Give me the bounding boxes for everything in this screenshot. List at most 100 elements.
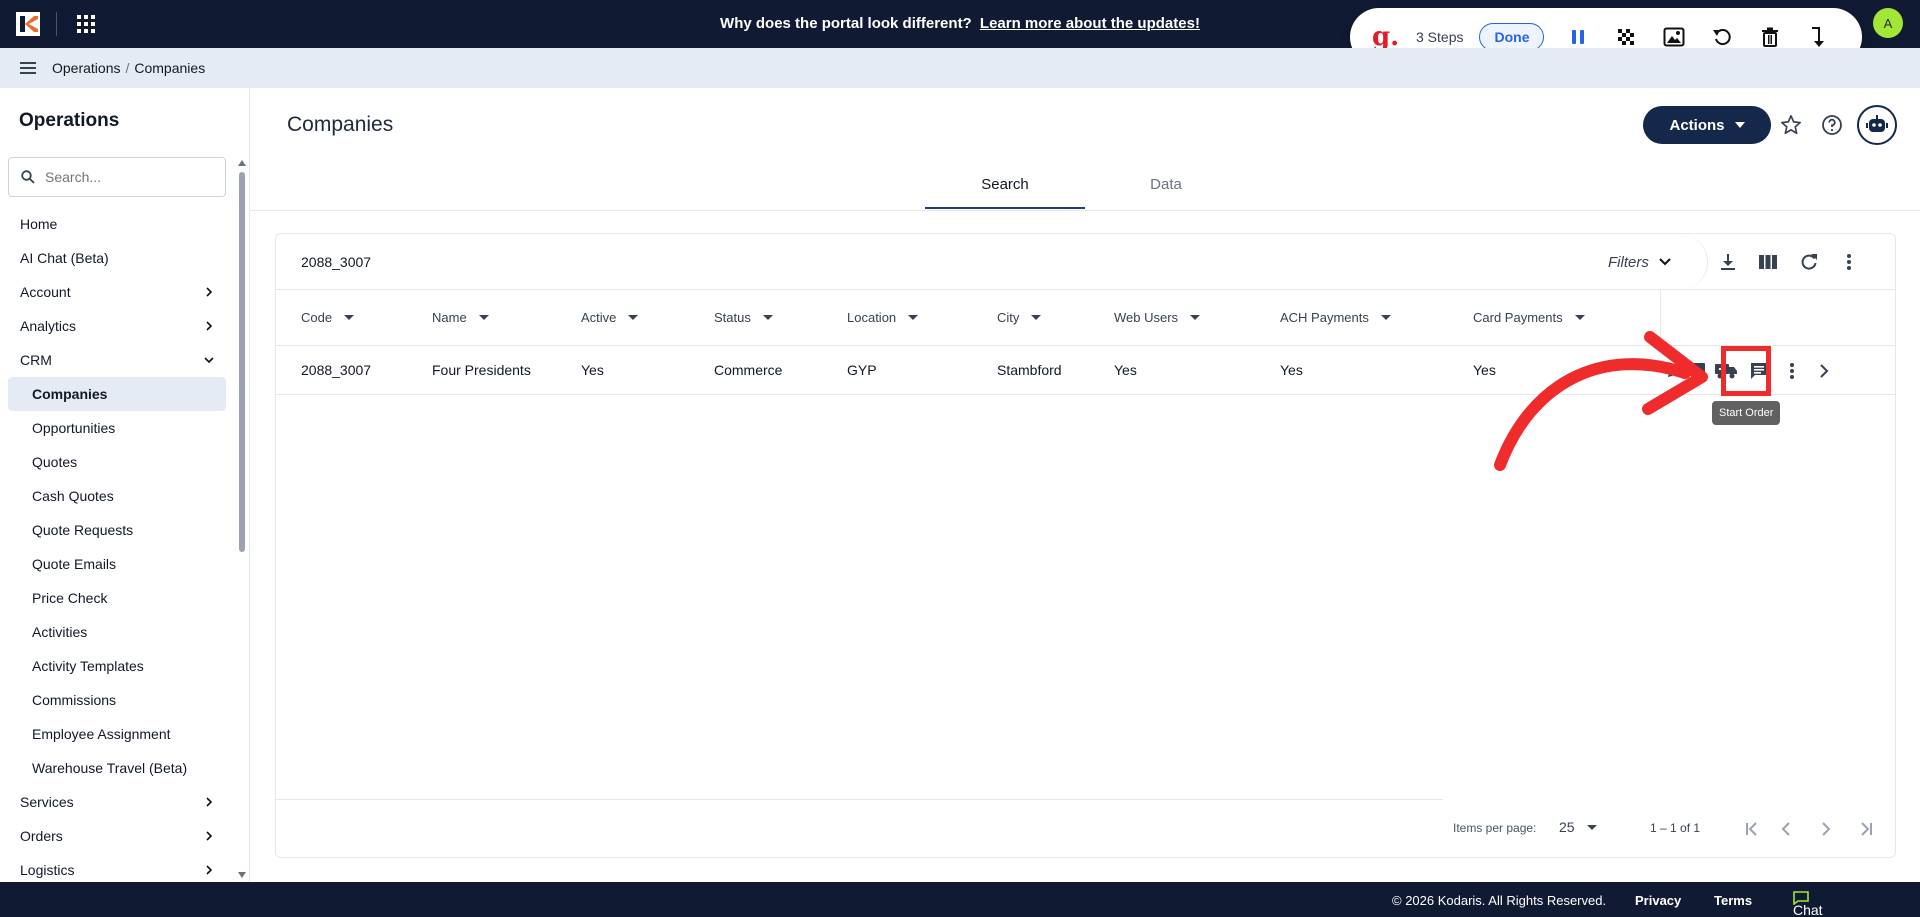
next-page-icon[interactable]	[1812, 815, 1840, 843]
sort-caret-icon	[1190, 315, 1201, 320]
sidebar-item-account[interactable]: Account	[0, 275, 236, 309]
sidebar-item-logistics[interactable]: Logistics	[0, 853, 236, 882]
sidebar-item-orders[interactable]: Orders	[0, 819, 236, 853]
sidebar-item-label: Orders	[20, 828, 63, 844]
paginator-divider	[276, 799, 1443, 800]
column-header-name[interactable]: Name	[432, 310, 489, 325]
cell-status: Commerce	[714, 362, 783, 378]
sidebar: Operations Home AI Chat (Beta) Account A…	[0, 88, 250, 882]
cell-city: Stambford	[997, 362, 1062, 378]
sidebar-item-label: Activity Templates	[32, 658, 144, 674]
trash-icon[interactable]	[1756, 23, 1784, 51]
column-header-label: Status	[714, 310, 751, 325]
sidebar-item-label: Quotes	[32, 454, 78, 470]
sidebar-item-label: Logistics	[20, 862, 75, 878]
tab-search[interactable]: Search	[925, 163, 1085, 209]
sidebar-item-opportunities[interactable]: Opportunities	[0, 411, 236, 445]
breadcrumb-section[interactable]: Operations	[52, 60, 120, 76]
sidebar-item-quote-emails[interactable]: Quote Emails	[0, 547, 236, 581]
download-icon[interactable]	[1716, 250, 1740, 274]
sidebar-item-analytics[interactable]: Analytics	[0, 309, 236, 343]
sidebar-item-companies[interactable]: Companies	[8, 377, 226, 411]
chat-with-us-button[interactable]: Chat with us	[1793, 891, 1823, 917]
undo-icon[interactable]	[1708, 23, 1736, 51]
tab-bar: Search Data	[250, 163, 1920, 211]
start-order-tooltip: Start Order	[1712, 401, 1781, 425]
recorder-done-button[interactable]: Done	[1479, 23, 1545, 51]
chevron-right-icon	[206, 797, 213, 807]
items-per-page-select[interactable]: 25	[1559, 819, 1597, 835]
last-page-icon[interactable]	[1852, 815, 1880, 843]
sidebar-item-label: Price Check	[32, 590, 108, 606]
help-icon[interactable]	[1819, 112, 1845, 138]
sidebar-item-ai-chat[interactable]: AI Chat (Beta)	[0, 241, 236, 275]
cell-active: Yes	[581, 362, 604, 378]
column-header-label: Web Users	[1114, 310, 1179, 325]
pause-icon[interactable]	[1564, 23, 1592, 51]
sidebar-item-crm[interactable]: CRM	[0, 343, 236, 377]
star-icon[interactable]	[1778, 112, 1804, 138]
row-chevron-right-icon[interactable]	[1812, 359, 1836, 383]
column-header-location[interactable]: Location	[847, 310, 919, 325]
sidebar-item-employee-assignment[interactable]: Employee Assignment	[0, 717, 236, 751]
filters-toggle[interactable]: Filters	[1608, 234, 1708, 290]
sidebar-item-quote-requests[interactable]: Quote Requests	[0, 513, 236, 547]
sidebar-search-input[interactable]	[45, 169, 205, 185]
actions-button[interactable]: Actions	[1643, 106, 1771, 144]
sidebar-item-quotes[interactable]: Quotes	[0, 445, 236, 479]
column-header-label: Card Payments	[1473, 310, 1563, 325]
column-header-card-payments[interactable]: Card Payments	[1473, 310, 1585, 325]
image-icon[interactable]	[1660, 23, 1688, 51]
column-header-active[interactable]: Active	[581, 310, 639, 325]
sidebar-search[interactable]	[8, 157, 226, 197]
sidebar-item-label: CRM	[20, 352, 52, 368]
sidebar-item-warehouse-travel[interactable]: Warehouse Travel (Beta)	[0, 751, 236, 785]
sidebar-item-services[interactable]: Services	[0, 785, 236, 819]
sidebar-item-cash-quotes[interactable]: Cash Quotes	[0, 479, 236, 513]
footer-terms-link[interactable]: Terms	[1714, 893, 1752, 908]
sort-caret-icon	[628, 315, 639, 320]
cell-location: GYP	[847, 362, 877, 378]
search-query[interactable]: 2088_3007	[301, 254, 371, 270]
sidebar-scroll-thumb[interactable]	[239, 172, 245, 552]
user-avatar[interactable]: A	[1873, 8, 1903, 38]
scroll-down-icon[interactable]	[238, 872, 246, 878]
breadcrumb-separator: /	[125, 60, 130, 76]
sidebar-item-activity-templates[interactable]: Activity Templates	[0, 649, 236, 683]
scroll-up-icon[interactable]	[238, 160, 246, 166]
sidebar-item-label: Cash Quotes	[32, 488, 114, 504]
page-range: 1 – 1 of 1	[1650, 821, 1701, 835]
assistant-bot-button[interactable]	[1857, 105, 1897, 145]
column-header-ach-payments[interactable]: ACH Payments	[1280, 310, 1391, 325]
tab-data[interactable]: Data	[1086, 163, 1246, 209]
announcement-text: Why does the portal look different?	[720, 15, 972, 32]
sidebar-item-commissions[interactable]: Commissions	[0, 683, 236, 717]
sidebar-item-price-check[interactable]: Price Check	[0, 581, 236, 615]
menu-icon[interactable]	[20, 62, 36, 74]
more-vert-icon[interactable]	[1837, 250, 1861, 274]
page-title: Companies	[287, 113, 394, 136]
sidebar-item-home[interactable]: Home	[0, 207, 236, 241]
refresh-icon[interactable]	[1797, 250, 1821, 274]
sidebar-item-label: Employee Assignment	[32, 726, 171, 742]
items-per-page-value: 25	[1559, 819, 1575, 835]
cell-web-users: Yes	[1114, 362, 1137, 378]
column-header-status[interactable]: Status	[714, 310, 773, 325]
first-page-icon[interactable]	[1738, 815, 1766, 843]
column-header-label: Active	[581, 310, 617, 325]
previous-page-icon[interactable]	[1772, 815, 1800, 843]
column-header-label: ACH Payments	[1280, 310, 1369, 325]
robot-icon	[1866, 115, 1888, 132]
sidebar-scrollbar[interactable]	[236, 156, 248, 882]
column-header-code[interactable]: Code	[301, 310, 355, 325]
blur-icon[interactable]	[1612, 23, 1640, 51]
announcement-link[interactable]: Learn more about the updates!	[980, 15, 1200, 32]
row-more-vert-icon[interactable]	[1780, 359, 1804, 383]
sidebar-nav: Home AI Chat (Beta) Account Analytics CR…	[0, 207, 236, 882]
download-step-icon[interactable]	[1804, 23, 1832, 51]
columns-icon[interactable]	[1756, 250, 1780, 274]
footer-privacy-link[interactable]: Privacy	[1635, 893, 1681, 908]
column-header-city[interactable]: City	[997, 310, 1042, 325]
column-header-web-users[interactable]: Web Users	[1114, 310, 1201, 325]
sidebar-item-activities[interactable]: Activities	[0, 615, 236, 649]
